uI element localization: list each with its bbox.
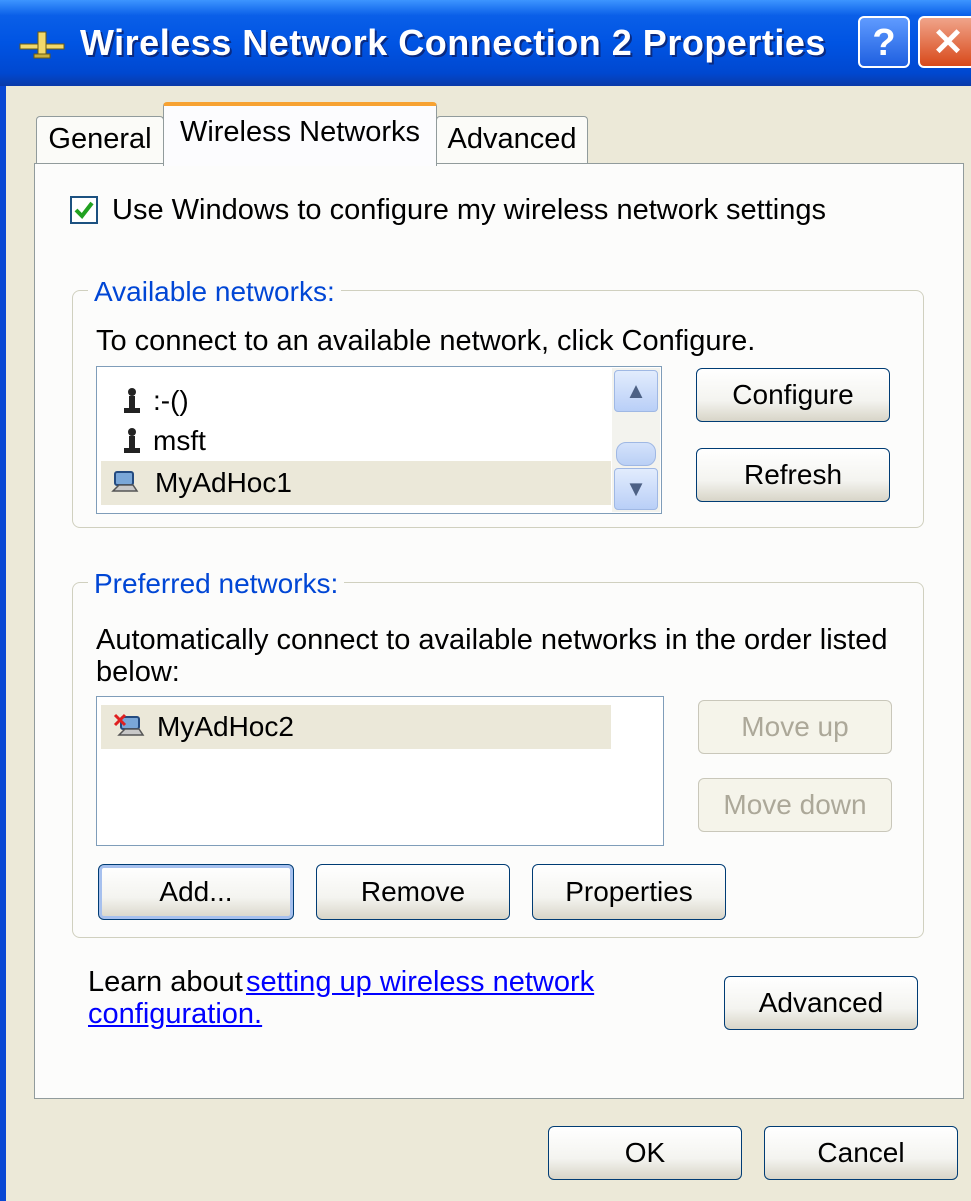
preferred-networks-instruction-line1: Automatically connect to available netwo…: [96, 624, 888, 656]
tab-wireless-networks[interactable]: Wireless Networks: [163, 102, 437, 166]
properties-dialog: Wireless Network Connection 2 Properties…: [0, 0, 971, 1201]
preferred-networks-instruction-line2: below:: [96, 656, 180, 688]
available-network-name: :-(): [153, 385, 189, 416]
window-frame: [0, 86, 6, 1201]
tab-advanced-label: Advanced: [447, 123, 577, 155]
scroll-down-arrow-icon[interactable]: ▼: [614, 468, 658, 510]
move-down-button[interactable]: Move down: [698, 778, 892, 832]
tab-advanced[interactable]: Advanced: [436, 116, 588, 164]
available-networks-list[interactable]: :-() msft MyAdHoc1: [96, 366, 662, 514]
tab-general-label: General: [48, 123, 152, 155]
ok-button[interactable]: OK: [548, 1126, 742, 1180]
properties-button[interactable]: Properties: [532, 864, 726, 920]
available-network-name: msft: [153, 425, 206, 456]
remove-button[interactable]: Remove: [316, 864, 510, 920]
learn-about-text: Learn about: [88, 966, 243, 998]
window-title: Wireless Network Connection 2 Properties: [80, 22, 826, 63]
network-connection-icon: [19, 31, 65, 59]
adhoc-network-icon: [111, 471, 139, 492]
advanced-button[interactable]: Advanced: [724, 976, 918, 1030]
available-networks-legend: Available networks:: [88, 276, 341, 308]
help-button[interactable]: ?: [858, 16, 910, 68]
use-windows-label[interactable]: Use Windows to configure my wireless net…: [112, 194, 826, 227]
wireless-setup-link[interactable]: setting up wireless network: [246, 966, 594, 999]
available-networks-instruction: To connect to an available network, clic…: [96, 325, 756, 357]
preferred-networks-legend: Preferred networks:: [88, 568, 345, 600]
scroll-up-arrow-icon[interactable]: ▲: [614, 370, 658, 412]
tab-wireless-networks-label: Wireless Networks: [179, 116, 421, 148]
checkmark-icon: [74, 201, 94, 220]
tab-general[interactable]: General: [36, 116, 164, 164]
available-networks-scrollbar[interactable]: ▲ ▼: [612, 368, 660, 512]
preferred-network-item-selected[interactable]: MyAdHoc2: [101, 705, 611, 749]
infrastructure-network-icon: [124, 388, 140, 413]
close-button[interactable]: ✕: [918, 16, 971, 68]
refresh-button[interactable]: Refresh: [696, 448, 890, 502]
configure-button[interactable]: Configure: [696, 368, 890, 422]
available-network-name: MyAdHoc1: [155, 467, 292, 498]
preferred-network-name: MyAdHoc2: [157, 711, 294, 742]
adhoc-network-unavailable-icon: [113, 713, 145, 736]
add-button[interactable]: Add...: [98, 864, 294, 920]
infrastructure-network-icon: [124, 428, 140, 453]
scrollbar-thumb[interactable]: [616, 442, 656, 466]
move-up-button[interactable]: Move up: [698, 700, 892, 754]
wireless-setup-link-continued[interactable]: configuration.: [88, 998, 262, 1031]
cancel-button[interactable]: Cancel: [764, 1126, 958, 1180]
use-windows-checkbox[interactable]: [70, 196, 98, 224]
available-network-item-selected[interactable]: MyAdHoc1: [101, 461, 611, 505]
available-network-item[interactable]: :-(): [101, 379, 611, 423]
preferred-networks-list[interactable]: MyAdHoc2: [96, 696, 664, 846]
available-network-item[interactable]: msft: [101, 419, 611, 463]
title-bar[interactable]: Wireless Network Connection 2 Properties…: [0, 0, 971, 86]
